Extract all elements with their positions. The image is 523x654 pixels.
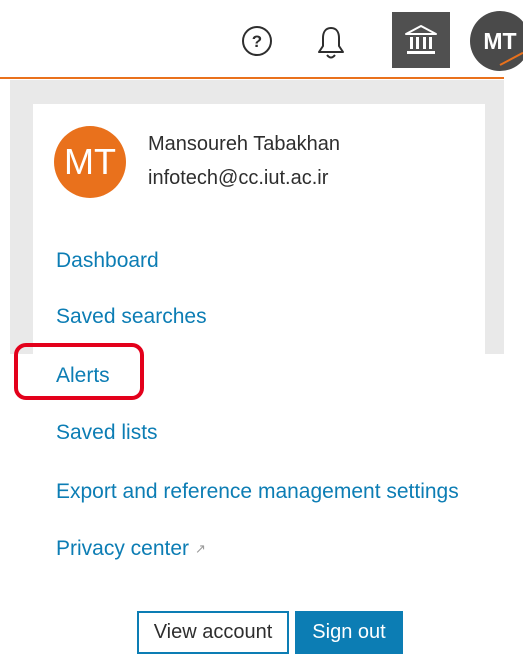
menu-item-dashboard[interactable]: Dashboard [56,249,159,273]
account-menu-page: ? MT MT Mansoureh Tabakhan infotech@cc.i… [0,0,523,654]
help-icon[interactable]: ? [240,24,274,58]
profile-name: Mansoureh Tabakhan [148,133,340,155]
sign-out-button[interactable]: Sign out [295,611,403,654]
bell-icon[interactable] [314,24,348,62]
profile-avatar: MT [54,126,126,198]
menu-item-privacy-center[interactable]: Privacy center ↗ [56,537,206,561]
menu-item-saved-searches[interactable]: Saved searches [56,305,207,329]
header-avatar[interactable]: MT [470,11,523,71]
institution-icon[interactable] [392,12,450,68]
privacy-center-label: Privacy center [56,537,190,560]
menu-item-alerts[interactable]: Alerts [56,364,110,388]
external-link-icon: ↗ [195,541,206,557]
view-account-button[interactable]: View account [137,611,289,654]
menu-item-export-settings[interactable]: Export and reference management settings [56,480,459,504]
profile-email: infotech@cc.iut.ac.ir [148,167,329,189]
menu-item-saved-lists[interactable]: Saved lists [56,421,158,445]
svg-text:?: ? [252,32,262,51]
accent-divider [0,77,504,79]
